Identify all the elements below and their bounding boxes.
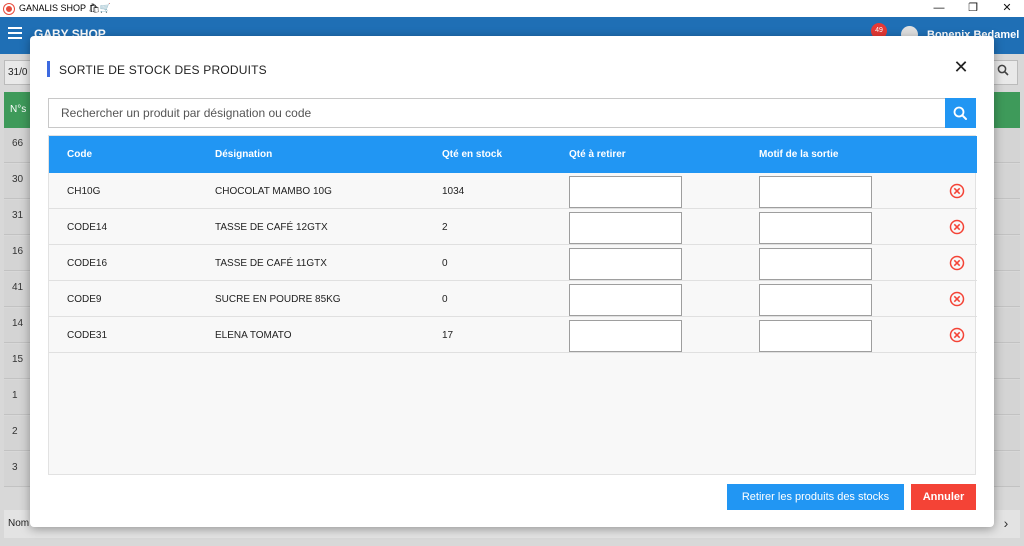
cell-code: CODE31 (67, 330, 108, 341)
cell-qte-stock: 2 (442, 222, 448, 233)
modal-title: SORTIE DE STOCK DES PRODUITS (59, 63, 267, 77)
title-accent-bar (47, 61, 50, 77)
qte-retirer-input[interactable] (569, 320, 682, 352)
cell-designation: SUCRE EN POUDRE 85KG (215, 294, 341, 305)
stock-exit-modal: SORTIE DE STOCK DES PRODUITS ✕ Code Dési… (30, 36, 994, 527)
cell-code: CH10G (67, 186, 101, 197)
table-header: Code Désignation Qté en stock Qté à reti… (49, 136, 977, 173)
table-row: CH10G CHOCOLAT MAMBO 10G 1034 (49, 173, 977, 209)
window-titlebar: GANALIS SHOP 🛍🛒 — ❐ ✕ (0, 0, 1024, 17)
products-table: Code Désignation Qté en stock Qté à reti… (48, 135, 977, 475)
header-qte-retirer: Qté à retirer (569, 149, 626, 160)
motif-input[interactable] (759, 176, 872, 208)
remove-row-icon[interactable] (949, 255, 965, 271)
motif-input[interactable] (759, 320, 872, 352)
cell-qte-stock: 0 (442, 294, 448, 305)
cell-designation: CHOCOLAT MAMBO 10G (215, 186, 332, 197)
motif-input[interactable] (759, 284, 872, 316)
hamburger-menu-icon[interactable] (8, 27, 22, 39)
cell-qte-stock: 17 (442, 330, 454, 341)
window-title: GANALIS SHOP 🛍🛒 (19, 3, 111, 13)
motif-input[interactable] (759, 212, 872, 244)
remove-row-icon[interactable] (949, 291, 965, 307)
remove-row-icon[interactable] (949, 219, 965, 235)
close-window-button[interactable]: ✕ (990, 0, 1024, 17)
cell-designation: TASSE DE CAFÉ 11GTX (215, 258, 327, 269)
close-icon[interactable]: ✕ (951, 57, 971, 77)
qte-retirer-input[interactable] (569, 212, 682, 244)
qte-retirer-input[interactable] (569, 284, 682, 316)
product-search-input[interactable] (49, 99, 946, 127)
cell-designation: TASSE DE CAFÉ 12GTX (215, 222, 328, 233)
maximize-button[interactable]: ❐ (956, 0, 990, 17)
cell-code: CODE16 (67, 258, 108, 269)
header-designation: Désignation (215, 149, 273, 160)
cell-code: CODE9 (67, 294, 102, 305)
cell-code: CODE14 (67, 222, 108, 233)
remove-from-stock-button[interactable]: Retirer les produits des stocks (727, 484, 904, 510)
product-search-box (48, 98, 946, 128)
search-icon (953, 106, 967, 120)
search-button[interactable] (945, 98, 976, 128)
minimize-button[interactable]: — (922, 0, 956, 17)
table-row: CODE16 TASSE DE CAFÉ 11GTX 0 (49, 245, 977, 281)
qte-retirer-input[interactable] (569, 248, 682, 280)
window-controls: — ❐ ✕ (922, 0, 1024, 17)
qte-retirer-input[interactable] (569, 176, 682, 208)
motif-input[interactable] (759, 248, 872, 280)
header-code: Code (67, 149, 92, 160)
remove-row-icon[interactable] (949, 183, 965, 199)
header-qte-stock: Qté en stock (442, 149, 503, 160)
remove-row-icon[interactable] (949, 327, 965, 343)
table-row: CODE9 SUCRE EN POUDRE 85KG 0 (49, 281, 977, 317)
app-logo-icon (4, 3, 14, 14)
header-motif: Motif de la sortie (759, 149, 839, 160)
cell-qte-stock: 0 (442, 258, 448, 269)
next-page-icon[interactable]: › (994, 510, 1018, 538)
cancel-button[interactable]: Annuler (911, 484, 976, 510)
cell-designation: ELENA TOMATO (215, 330, 292, 341)
table-row: CODE31 ELENA TOMATO 17 (49, 317, 977, 353)
table-row: CODE14 TASSE DE CAFÉ 12GTX 2 (49, 209, 977, 245)
cell-qte-stock: 1034 (442, 186, 465, 197)
